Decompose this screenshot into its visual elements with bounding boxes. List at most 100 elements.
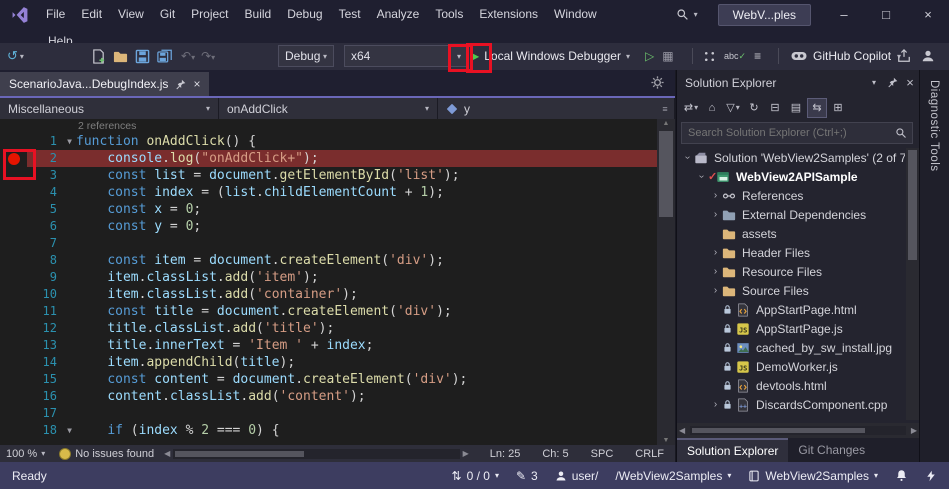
collapse-all-button[interactable]: ⊟ (765, 98, 785, 118)
chevron-collapsed-icon[interactable]: › (709, 247, 722, 258)
menu-window[interactable]: Window (546, 7, 605, 21)
pending-changes-filter-button[interactable]: ▽ ▾ (723, 98, 743, 118)
chevron-collapsed-icon[interactable]: › (709, 285, 722, 296)
solution-explorer-search[interactable] (681, 122, 913, 144)
issues-indicator-icon[interactable] (59, 447, 72, 460)
editor-horizontal-scrollbar[interactable]: ◀ ▶ (164, 448, 469, 459)
code-text[interactable]: const title = document.createElement('di… (76, 303, 451, 320)
performance-profiler-icon[interactable]: ▦ (662, 49, 673, 63)
window-menu-chevron-icon[interactable]: ▾ (865, 74, 883, 92)
code-text[interactable]: content.classList.add('content'); (76, 388, 365, 405)
chevron-expanded-icon[interactable]: › (682, 151, 693, 164)
tree-horizontal-scrollbar[interactable]: ◀ ▶ (677, 423, 919, 438)
code-text[interactable]: const index = (list.childElementCount + … (76, 184, 444, 201)
menu-build[interactable]: Build (237, 7, 280, 21)
code-text[interactable]: const list = document.getElementById('li… (76, 167, 459, 184)
new-item-icon[interactable] (91, 48, 106, 64)
code-line-14[interactable]: 14 item.appendChild(title); (0, 354, 657, 371)
scrollbar-thumb[interactable] (659, 131, 673, 217)
nav-project-dropdown[interactable]: Miscellaneous ▾ (0, 98, 219, 119)
tab-solution-explorer[interactable]: Solution Explorer (677, 438, 789, 462)
open-folder-icon[interactable] (113, 49, 128, 64)
chevron-collapsed-icon[interactable]: › (709, 190, 722, 201)
chevron-collapsed-icon[interactable]: › (709, 266, 722, 277)
chevron-expanded-icon[interactable]: › (696, 170, 707, 183)
scrollbar-thumb[interactable] (908, 150, 917, 260)
breakpoint-margin[interactable] (0, 269, 27, 286)
code-editor[interactable]: 2 references 1 ▼ function onAddClick() {2 c… (0, 119, 657, 445)
breakpoint-margin[interactable] (0, 201, 27, 218)
navigate-backward-button[interactable]: ↺ ▾ (4, 45, 27, 67)
code-line-6[interactable]: 6 const y = 0; (0, 218, 657, 235)
menu-extensions[interactable]: Extensions (471, 7, 546, 21)
breakpoint-margin[interactable] (0, 405, 27, 422)
tab-options-gear-icon[interactable] (650, 75, 665, 90)
tree-item-external-dependencies[interactable]: › External Dependencies (677, 205, 905, 224)
tree-item-discardscomponent-cpp[interactable]: › ++ DiscardsComponent.cpp (677, 395, 905, 414)
search-button[interactable]: ▾ (668, 8, 706, 21)
menu-project[interactable]: Project (183, 7, 236, 21)
spaces-indicator[interactable]: SPC (580, 448, 625, 460)
code-text[interactable]: const item = document.createElement('div… (76, 252, 444, 269)
scroll-up-icon[interactable]: ▲ (657, 120, 675, 127)
breakpoint-margin[interactable] (0, 218, 27, 235)
document-tab[interactable]: ScenarioJava...DebugIndex.js × (0, 72, 210, 96)
pin-icon[interactable] (175, 79, 186, 90)
branch-prefix[interactable]: user/ (555, 469, 598, 483)
code-line-13[interactable]: 13 title.innerText = 'Item ' + index; (0, 337, 657, 354)
line-annotations-icon[interactable]: ≡ (754, 49, 761, 63)
undo-icon[interactable]: ↶▾ (181, 49, 195, 63)
scroll-left-icon[interactable]: ◀ (677, 426, 687, 435)
breakpoint-margin[interactable] (0, 337, 27, 354)
notifications-button[interactable] (895, 469, 908, 482)
column-indicator[interactable]: Ch: 5 (531, 448, 579, 460)
home-button[interactable]: ⌂ (702, 98, 722, 118)
close-panel-icon[interactable]: × (901, 74, 919, 92)
tree-item-header-files[interactable]: › Header Files (677, 243, 905, 262)
maximize-button[interactable]: □ (865, 0, 907, 29)
share-icon[interactable] (897, 49, 911, 63)
code-text[interactable]: title.innerText = 'Item ' + index; (76, 337, 373, 354)
code-text[interactable]: const x = 0; (76, 201, 201, 218)
code-line-7[interactable]: 7 (0, 235, 657, 252)
breakpoint-margin[interactable] (0, 235, 27, 252)
git-branch-button[interactable]: /WebView2Samples ▾ (615, 469, 731, 483)
tree-item-webview2apisample[interactable]: › ✓ WebView2APISample (677, 167, 905, 186)
github-copilot-button[interactable]: GitHub Copilot ▾ (788, 45, 904, 67)
chevron-collapsed-icon[interactable]: › (709, 209, 722, 220)
code-text[interactable]: const content = document.createElement('… (76, 371, 467, 388)
git-repository-button[interactable]: WebView2Samples ▾ (748, 469, 878, 483)
close-tab-icon[interactable]: × (193, 77, 200, 91)
tree-vertical-scrollbar[interactable] (906, 148, 919, 420)
code-text[interactable]: const y = 0; (76, 218, 201, 235)
breakpoint-margin[interactable] (0, 167, 27, 184)
scroll-left-icon[interactable]: ◀ (164, 449, 170, 458)
menu-debug[interactable]: Debug (279, 7, 330, 21)
breakpoint-margin[interactable] (0, 388, 27, 405)
fold-collapse-icon[interactable]: ▼ (63, 422, 76, 439)
breakpoint-margin[interactable] (0, 286, 27, 303)
issues-label[interactable]: No issues found (75, 448, 154, 460)
code-line-12[interactable]: 12 title.classList.add('title'); (0, 320, 657, 337)
properties-button[interactable]: ⊞ (828, 98, 848, 118)
tree-item-devtools-html[interactable]: devtools.html (677, 376, 905, 395)
tree-item-demoworker-js[interactable]: JS DemoWorker.js (677, 357, 905, 376)
code-line-16[interactable]: 16 content.classList.add('content'); (0, 388, 657, 405)
code-line-4[interactable]: 4 const index = (list.childElementCount … (0, 184, 657, 201)
tree-item-cached-by-sw-install-jpg[interactable]: cached_by_sw_install.jpg (677, 338, 905, 357)
code-line-11[interactable]: 11 const title = document.createElement(… (0, 303, 657, 320)
tree-item-references[interactable]: › References (677, 186, 905, 205)
menu-file[interactable]: File (38, 7, 73, 21)
code-line-17[interactable]: 17 (0, 405, 657, 422)
refresh-button[interactable]: ↻ (744, 98, 764, 118)
code-line-1[interactable]: 1 ▼ function onAddClick() { (0, 133, 657, 150)
code-text[interactable]: item.classList.add('item'); (76, 269, 318, 286)
tree-item-resource-files[interactable]: › Resource Files (677, 262, 905, 281)
chevron-collapsed-icon[interactable]: › (709, 399, 722, 410)
line-ending-indicator[interactable]: CRLF (624, 448, 675, 460)
breakpoint-icon[interactable] (8, 152, 20, 165)
code-text[interactable]: if (index % 2 === 0) { (76, 422, 279, 439)
code-line-5[interactable]: 5 const x = 0; (0, 201, 657, 218)
split-window-button[interactable]: ≡ (657, 101, 673, 116)
tree-item-source-files[interactable]: › Source Files (677, 281, 905, 300)
